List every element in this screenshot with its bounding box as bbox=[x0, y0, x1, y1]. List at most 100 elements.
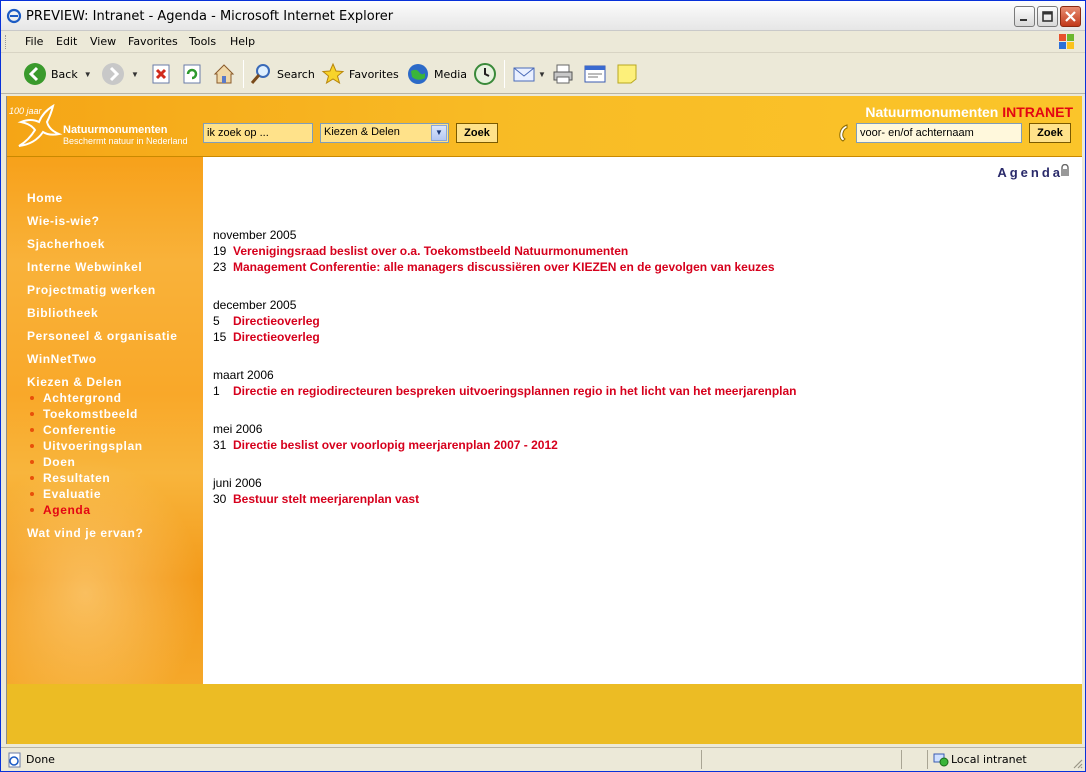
maximize-icon bbox=[1042, 11, 1053, 22]
page-title: Agenda bbox=[997, 165, 1063, 180]
toolbar-separator bbox=[504, 60, 505, 88]
toolbar-separator bbox=[243, 60, 244, 88]
forward-dropdown-icon[interactable]: ▼ bbox=[131, 70, 139, 79]
stop-button[interactable] bbox=[150, 60, 172, 88]
subnav-item-agenda[interactable]: Agenda bbox=[27, 502, 178, 518]
menu-view[interactable]: View bbox=[90, 35, 116, 48]
event-link[interactable]: Management Conferentie: alle managers di… bbox=[233, 259, 775, 275]
nav-item-wie-is-wie[interactable]: Wie-is-wie? bbox=[27, 213, 178, 236]
home-button[interactable] bbox=[212, 60, 236, 88]
month-heading: maart 2006 bbox=[213, 368, 274, 382]
bullet-icon bbox=[30, 396, 34, 400]
maximize-button[interactable] bbox=[1037, 6, 1058, 27]
standard-toolbar: Back ▼ ▼ Search Favorites Media ▼ bbox=[1, 54, 1085, 94]
main-content: Agenda november 2005 19 Verenigingsraad be… bbox=[203, 157, 1082, 684]
search-button[interactable]: Search bbox=[249, 60, 315, 88]
site-header: 100 jaar Natuurmonumenten Beschermt natu… bbox=[7, 96, 1082, 157]
search-label: Search bbox=[277, 67, 315, 81]
browser-window: PREVIEW: Intranet - Agenda - Microsoft I… bbox=[0, 0, 1086, 772]
event-day: 1 bbox=[213, 384, 220, 398]
back-arrow-icon bbox=[24, 63, 46, 85]
refresh-button[interactable] bbox=[181, 60, 203, 88]
back-button[interactable]: Back ▼ bbox=[23, 60, 92, 88]
nav-item-personeel-organisatie[interactable]: Personeel & organisatie bbox=[27, 328, 178, 351]
event-link[interactable]: Directieoverleg bbox=[233, 329, 320, 345]
subnav-item-uitvoeringsplan[interactable]: Uitvoeringsplan bbox=[27, 438, 178, 454]
subnav-label: Evaluatie bbox=[43, 487, 102, 501]
bullet-icon bbox=[30, 460, 34, 464]
phone-icon bbox=[839, 124, 848, 142]
close-button[interactable] bbox=[1060, 6, 1081, 27]
globe-media-icon bbox=[408, 64, 428, 84]
stop-icon bbox=[152, 64, 170, 84]
bullet-icon bbox=[30, 492, 34, 496]
sticky-note-icon bbox=[617, 64, 637, 84]
month-group: december 2005 5 Directieoverleg 15 Directieo… bbox=[213, 297, 796, 345]
brand-title: Natuurmonumenten INTRANET bbox=[865, 104, 1073, 120]
menu-tools[interactable]: Tools bbox=[189, 35, 216, 48]
mail-button[interactable]: ▼ bbox=[512, 60, 546, 88]
nav-item-winnettwo[interactable]: WinNetTwo bbox=[27, 351, 178, 374]
history-icon bbox=[474, 63, 496, 85]
local-intranet-icon bbox=[933, 753, 949, 767]
event-link[interactable]: Bestuur stelt meerjarenplan vast bbox=[233, 491, 419, 507]
forward-arrow-icon bbox=[102, 63, 124, 85]
subnav-item-conferentie[interactable]: Conferentie bbox=[27, 422, 178, 438]
nav-item-interne-webwinkel[interactable]: Interne Webwinkel bbox=[27, 259, 178, 282]
natuurmonumenten-logo[interactable]: 100 jaar Natuurmonumenten Beschermt natu… bbox=[9, 98, 199, 154]
category-select[interactable]: Kiezen & Delen ▼ bbox=[320, 123, 449, 143]
edit-button[interactable] bbox=[583, 60, 607, 88]
nav-item-bibliotheek[interactable]: Bibliotheek bbox=[27, 305, 178, 328]
menu-favorites[interactable]: Favorites bbox=[128, 35, 178, 48]
lock-icon bbox=[1061, 164, 1069, 176]
month-heading: mei 2006 bbox=[213, 422, 263, 436]
site-search-button[interactable]: Zoek bbox=[456, 123, 498, 143]
site-search-input[interactable] bbox=[203, 123, 313, 143]
subnav-item-doen[interactable]: Doen bbox=[27, 454, 178, 470]
event-link[interactable]: Directie en regiodirecteuren bespreken u… bbox=[233, 383, 796, 399]
nav-item-home[interactable]: Home bbox=[27, 190, 178, 213]
subnav-item-achtergrond[interactable]: Achtergrond bbox=[27, 390, 178, 406]
status-panel bbox=[701, 750, 702, 769]
subnav-label: Resultaten bbox=[43, 471, 111, 485]
nav-item-wat-vind-je-ervan[interactable]: Wat vind je ervan? bbox=[27, 525, 178, 548]
minimize-button[interactable] bbox=[1014, 6, 1035, 27]
resize-grip-icon[interactable] bbox=[1071, 757, 1083, 769]
menu-file[interactable]: File bbox=[25, 35, 43, 48]
menu-help[interactable]: Help bbox=[230, 35, 255, 48]
status-panel bbox=[927, 750, 928, 769]
status-text: Done bbox=[26, 753, 55, 766]
brand-name: Natuurmonumenten bbox=[865, 104, 999, 120]
forward-button[interactable]: ▼ bbox=[101, 60, 139, 88]
back-dropdown-icon[interactable]: ▼ bbox=[84, 70, 92, 79]
event-link[interactable]: Directie beslist over voorlopig meerjare… bbox=[233, 437, 558, 453]
month-heading: november 2005 bbox=[213, 228, 297, 242]
subnav-item-evaluatie[interactable]: Evaluatie bbox=[27, 486, 178, 502]
favorites-label: Favorites bbox=[349, 67, 399, 81]
name-search-button[interactable]: Zoek bbox=[1029, 123, 1071, 143]
event-link[interactable]: Directieoverleg bbox=[233, 313, 320, 329]
name-search-input[interactable] bbox=[856, 123, 1022, 143]
subnav-item-toekomstbeeld[interactable]: Toekomstbeeld bbox=[27, 406, 178, 422]
subnav-label: Toekomstbeeld bbox=[43, 407, 138, 421]
nav-item-sjacherhoek[interactable]: Sjacherhoek bbox=[27, 236, 178, 259]
logo-tagline: Beschermt natuur in Nederland bbox=[63, 136, 188, 146]
subnav-item-resultaten[interactable]: Resultaten bbox=[27, 470, 178, 486]
event-link[interactable]: Verenigingsraad beslist over o.a. Toekom… bbox=[233, 243, 628, 259]
history-button[interactable] bbox=[473, 60, 497, 88]
chevron-down-icon[interactable]: ▼ bbox=[431, 125, 447, 141]
nav-list: Home Wie-is-wie? Sjacherhoek Interne Web… bbox=[27, 190, 178, 548]
agenda-event: 1 Directie en regiodirecteuren bespreken … bbox=[213, 383, 796, 399]
category-select-value: Kiezen & Delen bbox=[324, 126, 400, 138]
mail-dropdown-icon[interactable]: ▼ bbox=[538, 70, 546, 79]
nav-item-projectmatig-werken[interactable]: Projectmatig werken bbox=[27, 282, 178, 305]
menu-edit[interactable]: Edit bbox=[56, 35, 77, 48]
subnav-label: Uitvoeringsplan bbox=[43, 439, 143, 453]
favorites-button[interactable]: Favorites bbox=[321, 60, 399, 88]
note-button[interactable] bbox=[615, 60, 639, 88]
month-group: maart 2006 1 Directie en regiodirecteuren … bbox=[213, 367, 796, 399]
title-bar: PREVIEW: Intranet - Agenda - Microsoft I… bbox=[1, 1, 1085, 31]
media-button[interactable]: Media bbox=[406, 60, 467, 88]
print-button[interactable] bbox=[551, 60, 575, 88]
zone-text: Local intranet bbox=[951, 753, 1027, 766]
